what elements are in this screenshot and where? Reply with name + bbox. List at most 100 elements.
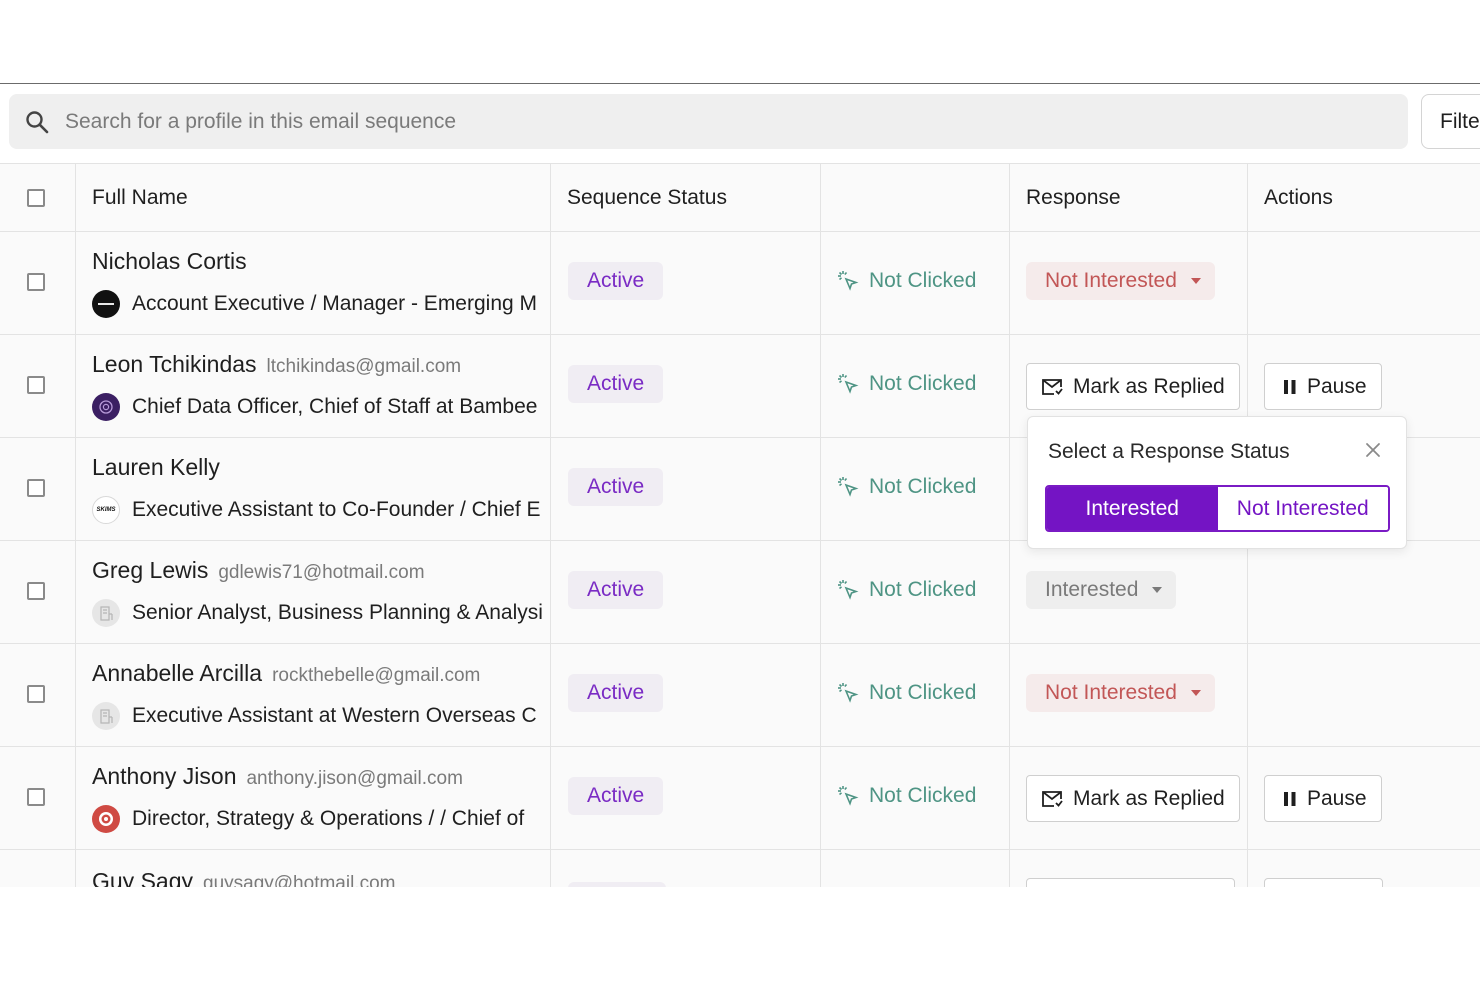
cursor-click-icon [838, 580, 859, 600]
column-header-sequence-status[interactable]: Sequence Status [567, 186, 727, 210]
status-badge: Active [568, 777, 664, 815]
cursor-click-icon [838, 374, 859, 394]
click-status-label: Not Clicked [869, 269, 977, 292]
click-status: Not Clicked [837, 372, 976, 396]
pause-button[interactable]: Pause [1264, 363, 1382, 410]
person-title: Director, Strategy & Operations / / Chie… [132, 807, 525, 830]
person-name[interactable]: Guy Sagy guysagy@hotmail.com [92, 868, 395, 887]
search-icon [9, 94, 65, 149]
status-badge: Active [568, 674, 664, 712]
close-icon[interactable] [1364, 441, 1382, 459]
person-name[interactable]: Leon Tchikindas ltchikindas@gmail.com [92, 351, 461, 378]
row-checkbox[interactable] [27, 479, 45, 497]
row-checkbox[interactable] [27, 582, 45, 600]
pause-icon [1284, 379, 1296, 394]
pause-label: Pause [1307, 374, 1367, 398]
response-dropdown[interactable]: Not Interested [1026, 262, 1215, 300]
status-badge: Active [568, 571, 664, 609]
target-logo [92, 805, 120, 833]
cursor-click-icon [838, 271, 859, 291]
top-strip [0, 0, 1480, 84]
not-interested-option[interactable]: Not Interested [1217, 487, 1388, 530]
person-title: Executive Assistant to Co-Founder / Chie… [132, 498, 541, 521]
person-name-text[interactable]: Guy Sagy [92, 868, 193, 887]
pause-button[interactable]: Pause [1264, 775, 1382, 822]
click-status-label: Not Clicked [869, 681, 977, 704]
person-title: Senior Analyst, Business Planning & Anal… [132, 601, 543, 624]
response-status-toggle: Interested Not Interested [1045, 485, 1390, 532]
skims-logo: SKIMS [92, 496, 120, 524]
person-name[interactable]: Nicholas Cortis [92, 248, 247, 275]
person-name-text[interactable]: Leon Tchikindas [92, 351, 257, 377]
filter-button[interactable]: Filte [1421, 94, 1480, 149]
skims-logo-text: SKIMS [96, 507, 116, 513]
pause-label: Pause [1307, 786, 1367, 810]
person-title: Chief Data Officer, Chief of Staff at Ba… [132, 395, 538, 418]
row-checkbox[interactable] [27, 376, 45, 394]
pause-button[interactable] [1264, 878, 1383, 887]
status-badge: Active [568, 365, 664, 403]
response-status-popover: Select a Response Status Interested Not … [1027, 416, 1407, 549]
popover-title: Select a Response Status [1048, 440, 1290, 463]
click-status-label: Not Clicked [869, 784, 977, 807]
row-checkbox[interactable] [27, 788, 45, 806]
mark-as-replied-label: Mark as Replied [1073, 786, 1225, 810]
person-email: rockthebelle@gmail.com [272, 665, 481, 686]
person-title: Executive Assistant at Western Overseas … [132, 704, 537, 727]
person-name[interactable]: Lauren Kelly [92, 454, 220, 481]
building-icon [92, 702, 120, 730]
row-checkbox[interactable] [27, 273, 45, 291]
mail-reply-icon [1042, 790, 1063, 807]
building-icon [92, 599, 120, 627]
table-row: Nicholas Cortis Account Executive / Mana… [0, 232, 1480, 335]
bottom-blank-area [0, 887, 1480, 987]
mark-as-replied-button[interactable] [1026, 878, 1235, 887]
person-name[interactable]: Greg Lewis gdlewis71@hotmail.com [92, 557, 425, 584]
response-dropdown-label: Interested [1045, 578, 1139, 601]
person-email: ltchikindas@gmail.com [266, 356, 462, 377]
click-status-label: Not Clicked [869, 372, 977, 395]
table-header-row: Full Name Sequence Status Response Actio… [0, 164, 1480, 232]
response-dropdown-label: Not Interested [1045, 269, 1177, 292]
person-email: anthony.jison@gmail.com [246, 768, 463, 789]
click-status-label: Not Clicked [869, 475, 977, 498]
column-header-response[interactable]: Response [1026, 186, 1121, 210]
click-status-label: Not Clicked [869, 578, 977, 601]
caret-down-icon [1190, 278, 1201, 284]
search-input[interactable] [65, 94, 1408, 149]
row-checkbox[interactable] [27, 685, 45, 703]
response-dropdown[interactable]: Not Interested [1026, 674, 1215, 712]
person-name-text[interactable]: Lauren Kelly [92, 454, 220, 480]
mark-as-replied-button[interactable]: Mark as Replied [1026, 775, 1240, 822]
select-all-checkbox[interactable] [27, 189, 45, 207]
cursor-click-icon [838, 683, 859, 703]
table-row: Annabelle Arcilla rockthebelle@gmail.com … [0, 644, 1480, 747]
search-box[interactable] [9, 94, 1408, 149]
caret-down-icon [1152, 587, 1163, 593]
interested-option[interactable]: Interested [1047, 487, 1218, 530]
person-title: Account Executive / Manager - Emerging M [132, 292, 538, 315]
response-dropdown[interactable]: Interested [1026, 571, 1177, 609]
pause-icon [1284, 791, 1296, 806]
column-header-full-name[interactable]: Full Name [92, 186, 188, 210]
click-status: Not Clicked [837, 784, 976, 808]
person-name-text[interactable]: Annabelle Arcilla [92, 660, 262, 686]
table-row: Greg Lewis gdlewis71@hotmail.com Senior A… [0, 541, 1480, 644]
person-name-text[interactable]: Anthony Jison [92, 763, 236, 789]
status-badge: Active [568, 262, 664, 300]
table-row: Guy Sagy guysagy@hotmail.com [0, 850, 1480, 887]
person-email: gdlewis71@hotmail.com [218, 562, 425, 583]
docusign-logo [92, 290, 120, 318]
table-row: Anthony Jison anthony.jison@gmail.com Dir… [0, 747, 1480, 850]
status-badge: Active [568, 468, 664, 506]
click-status: Not Clicked [837, 475, 976, 499]
cursor-click-icon [838, 477, 859, 497]
mail-reply-icon [1042, 378, 1063, 395]
column-header-actions: Actions [1264, 186, 1333, 209]
person-name-text[interactable]: Nicholas Cortis [92, 248, 247, 274]
person-name[interactable]: Annabelle Arcilla rockthebelle@gmail.com [92, 660, 480, 687]
mark-as-replied-button[interactable]: Mark as Replied [1026, 363, 1240, 410]
person-name-text[interactable]: Greg Lewis [92, 557, 208, 583]
person-name[interactable]: Anthony Jison anthony.jison@gmail.com [92, 763, 463, 790]
mark-as-replied-label: Mark as Replied [1073, 374, 1225, 398]
